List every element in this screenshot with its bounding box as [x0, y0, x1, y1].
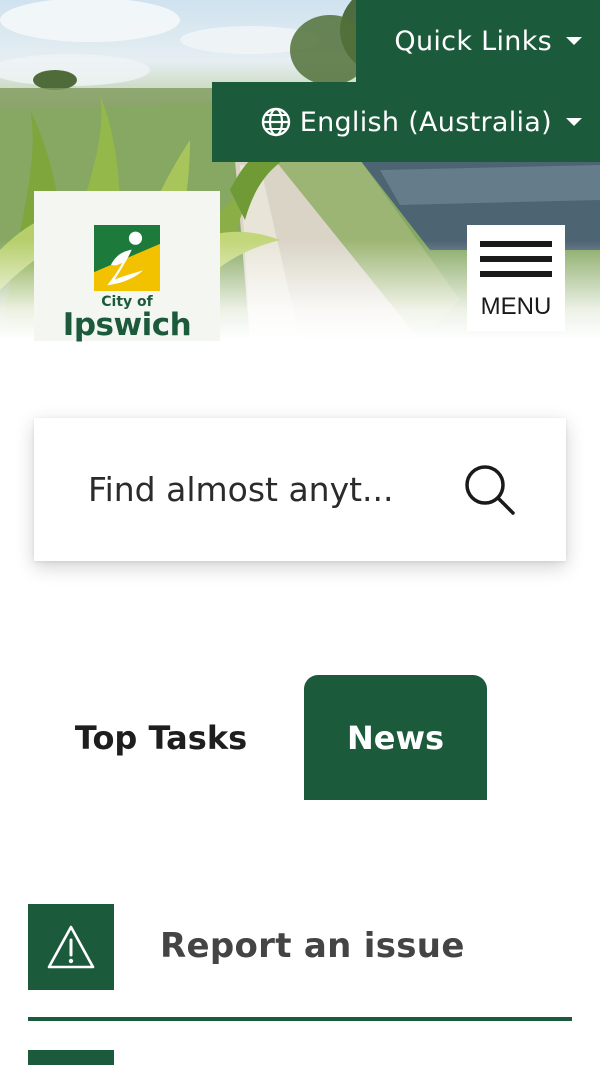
logo-title: Ipswich: [62, 307, 192, 343]
search-input[interactable]: [88, 470, 460, 509]
caret-down-icon: [566, 37, 582, 45]
tab-news[interactable]: News: [304, 675, 487, 800]
hamburger-icon-bar-2: [480, 256, 552, 262]
search-icon[interactable]: [460, 461, 518, 519]
caret-down-icon: [566, 118, 582, 126]
menu-button[interactable]: MENU: [467, 225, 565, 331]
logo-mark-icon: [94, 225, 160, 291]
tab-top-tasks[interactable]: Top Tasks: [46, 675, 276, 800]
tab-top-tasks-label: Top Tasks: [74, 718, 248, 757]
tab-news-label: News: [346, 718, 445, 757]
hamburger-icon-bar-1: [480, 241, 552, 247]
language-selector[interactable]: English (Australia): [212, 82, 600, 162]
task-report-issue[interactable]: Report an issue: [28, 904, 572, 1021]
city-logo[interactable]: City of Ipswich: [34, 191, 220, 341]
warning-icon: [47, 925, 95, 969]
quick-links-dropdown[interactable]: Quick Links: [356, 0, 600, 82]
task-label: Report an issue: [160, 926, 465, 966]
menu-label: MENU: [480, 293, 552, 320]
task-icon-box: [28, 904, 114, 990]
quick-links-label: Quick Links: [394, 25, 552, 57]
globe-icon: [261, 107, 290, 137]
hamburger-icon-bar-3: [480, 271, 552, 277]
language-label: English (Australia): [299, 106, 552, 138]
search-box: [34, 418, 566, 561]
next-task-icon-box[interactable]: [28, 1050, 114, 1065]
